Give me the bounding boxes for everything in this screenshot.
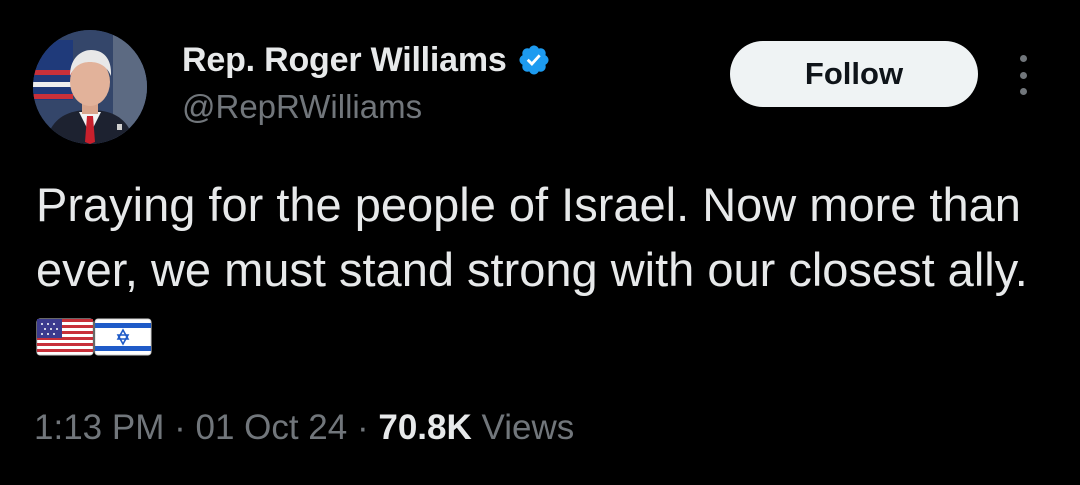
author-name-row[interactable]: Rep. Roger Williams bbox=[182, 38, 551, 82]
views-count[interactable]: 70.8K bbox=[378, 408, 471, 447]
display-name[interactable]: Rep. Roger Williams bbox=[182, 41, 507, 80]
avatar[interactable] bbox=[33, 30, 147, 144]
tweet-meta: 1:13 PM · 01 Oct 24 · 70.8K Views bbox=[34, 408, 574, 448]
tweet-body: Praying for the people of Israel. Now mo… bbox=[36, 178, 1028, 296]
meta-separator-2: · bbox=[356, 408, 369, 447]
tweet-text: Praying for the people of Israel. Now mo… bbox=[36, 172, 1046, 367]
more-vertical-icon-dot bbox=[1019, 88, 1027, 95]
follow-button[interactable]: Follow bbox=[730, 41, 978, 107]
tweet-card: Rep. Roger Williams @RepRWilliams Follow… bbox=[0, 0, 1080, 485]
meta-separator: · bbox=[174, 408, 186, 447]
israel-flag-icon bbox=[94, 308, 152, 356]
views-label[interactable]: Views bbox=[482, 408, 575, 447]
tweet-date[interactable]: 01 Oct 24 bbox=[195, 408, 347, 447]
more-vertical-icon bbox=[1019, 55, 1027, 62]
us-flag-icon bbox=[36, 308, 94, 356]
verified-badge-icon[interactable] bbox=[517, 43, 551, 77]
tweet-time[interactable]: 1:13 PM bbox=[34, 408, 164, 447]
more-vertical-icon-dot bbox=[1019, 71, 1027, 79]
more-options-button[interactable] bbox=[1008, 55, 1038, 95]
author-handle[interactable]: @RepRWilliams bbox=[182, 88, 422, 126]
avatar-image bbox=[33, 30, 147, 144]
